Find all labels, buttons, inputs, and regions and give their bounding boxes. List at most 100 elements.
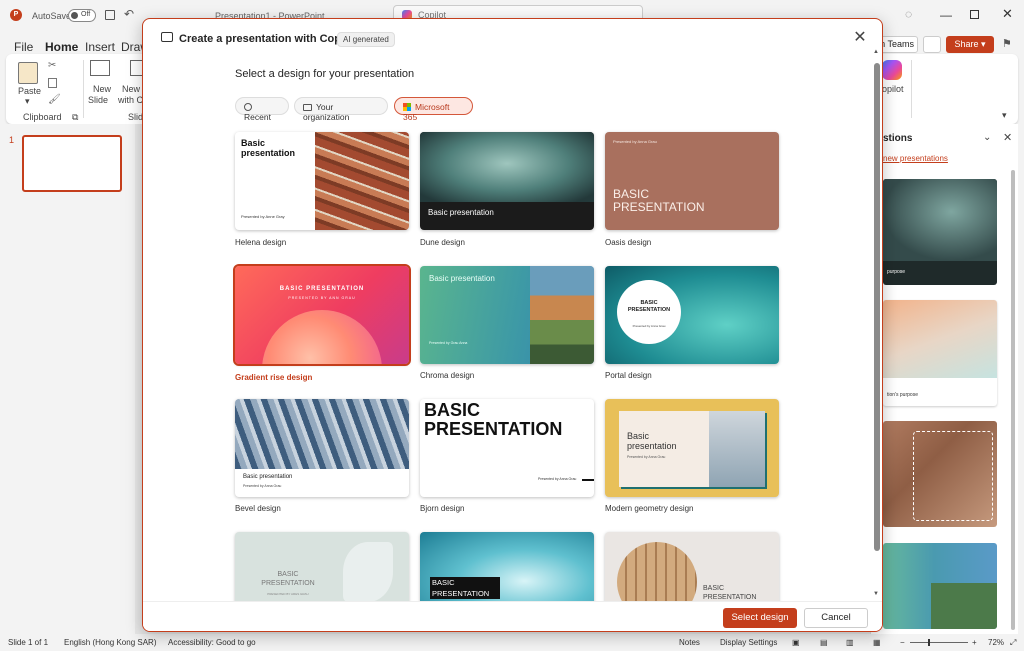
design-thumb-title: BASIC PRESENTATION — [627, 300, 671, 313]
divider — [911, 60, 912, 118]
autosave-toggle[interactable]: Off — [68, 9, 96, 22]
designer-thumbnail[interactable] — [883, 421, 997, 527]
filter-recent[interactable]: Recent — [235, 97, 289, 122]
autosave-label: AutoSave — [32, 11, 72, 21]
design-caption: Modern geometry design — [605, 504, 694, 513]
dialog-title: Create a presentation with Copilot — [179, 33, 358, 45]
design-card-bjorn[interactable]: BASIC PRESENTATION Presented by Anna Gra… — [420, 399, 594, 497]
language[interactable]: English (Hong Kong SAR) — [64, 638, 157, 647]
zoom-level[interactable]: 72% — [988, 638, 1004, 647]
copilot-ribbon-label[interactable]: opilot — [882, 84, 904, 94]
slide-sorter-icon[interactable]: ▤ — [820, 638, 828, 647]
design-caption-selected: Gradient rise design — [235, 373, 313, 382]
clipboard-launcher-icon[interactable]: ⧉ — [72, 112, 78, 123]
design-card-chroma[interactable]: Basic presentation Presented by Grau Ann… — [420, 266, 594, 364]
design-card-modern-geometry[interactable]: Basic presentation Presented by Anna Gra… — [605, 399, 779, 497]
design-card[interactable]: BASIC PRESENTATION — [605, 532, 779, 601]
paste-icon[interactable] — [18, 62, 38, 84]
design-card-helena[interactable]: Basic presentation Presented by Anne Gra… — [235, 132, 409, 230]
design-caption: Portal design — [605, 371, 652, 380]
comments-icon[interactable] — [923, 36, 941, 53]
share-button[interactable]: Share ▾ — [946, 36, 994, 53]
designer-pane: stions ⌄ ✕ new presentations purpose tio… — [870, 124, 1018, 634]
select-design-button[interactable]: Select design — [723, 608, 797, 628]
filter-microsoft-365[interactable]: Microsoft 365 — [394, 97, 473, 122]
side-scrollbar[interactable] — [1011, 170, 1015, 630]
slides-group-label: Slid — [128, 112, 144, 122]
microsoft-logo-icon — [403, 103, 411, 111]
clipboard-group-label: Clipboard — [23, 112, 62, 122]
filter-your-organization[interactable]: Your organization — [294, 97, 388, 122]
scrollbar-thumb[interactable] — [874, 63, 880, 551]
format-painter-icon[interactable]: 🖌 — [48, 94, 61, 105]
designs-gallery[interactable]: Basic presentation Presented by Anne Gra… — [143, 129, 882, 601]
divider — [83, 60, 84, 118]
reading-view-icon[interactable]: ▥ — [846, 638, 854, 647]
zoom-slider-thumb[interactable] — [928, 639, 930, 646]
aerial-water-image — [420, 132, 594, 202]
design-thumb-title: BASIC PRESENTATION — [430, 577, 500, 599]
notes-button[interactable]: Notes — [679, 638, 700, 647]
feedback-icon[interactable]: ⚑ — [1002, 37, 1012, 50]
slide-thumbnail[interactable] — [22, 135, 122, 192]
designer-thumbnail[interactable]: tion's purpose — [883, 300, 997, 406]
designer-pane-title: stions — [883, 133, 913, 144]
new-slide-copilot-label-2[interactable]: with C — [118, 95, 143, 105]
display-settings-button[interactable]: Display Settings — [720, 638, 777, 647]
slideshow-icon[interactable]: ▦ — [873, 638, 881, 647]
cut-icon[interactable]: ✂ — [48, 60, 56, 71]
design-card-gradient-rise[interactable]: BASIC PRESENTATION PRESENTED BY ANN GRAU — [233, 264, 411, 366]
design-thumb-title: BASIC PRESENTATION — [613, 187, 705, 214]
scroll-down-icon[interactable]: ▼ — [873, 591, 879, 597]
design-card-portal[interactable]: BASIC PRESENTATION Presented by Anna Gra… — [605, 266, 779, 364]
design-card-bevel[interactable]: Basic presentation Presented by Anna Gra… — [235, 399, 409, 497]
zoom-in-icon[interactable]: + — [972, 638, 977, 647]
fit-slide-icon[interactable]: ⤢ — [1010, 638, 1016, 648]
save-icon[interactable] — [105, 10, 115, 20]
paste-dropdown-icon[interactable]: ▾ — [25, 96, 30, 107]
designer-thumbnail[interactable]: purpose — [883, 179, 997, 285]
new-presentations-link[interactable]: new presentations — [883, 154, 948, 163]
close-window-icon[interactable]: ✕ — [1002, 6, 1013, 22]
design-thumb-subtitle: Presented by Anna Grau — [243, 484, 282, 488]
ribbon-collapse-icon[interactable]: ▾ — [1002, 110, 1007, 121]
powerpoint-logo-icon: P — [10, 9, 22, 21]
copilot-design-dialog: Create a presentation with Copilot AI ge… — [142, 18, 883, 632]
paste-label[interactable]: Paste — [18, 86, 41, 96]
designer-thumbnail[interactable] — [883, 543, 997, 629]
design-thumb-subtitle: Presented by Anna Grau — [613, 139, 657, 144]
tab-file[interactable]: File — [14, 40, 33, 54]
design-thumb-title: Basic presentation — [241, 138, 296, 158]
copilot-ribbon-icon[interactable] — [882, 60, 902, 80]
designer-thumb-text: purpose — [887, 269, 906, 275]
new-slide-icon[interactable] — [90, 60, 110, 76]
accessibility-status[interactable]: Accessibility: Good to go — [168, 638, 256, 647]
design-card-dune[interactable]: Basic presentation — [420, 132, 594, 230]
chevron-down-icon[interactable]: ⌄ — [983, 132, 991, 143]
normal-view-icon[interactable]: ▣ — [792, 638, 800, 647]
design-card[interactable]: BASIC PRESENTATION PRESENTED BY ARES GRA… — [235, 532, 409, 601]
new-slide-label-1[interactable]: New — [93, 84, 111, 94]
close-icon[interactable]: ✕ — [851, 29, 869, 47]
cancel-button[interactable]: Cancel — [804, 608, 868, 628]
design-thumb-subtitle: Presented by Anna Grau — [538, 477, 577, 481]
designer-thumb-text: tion's purpose — [887, 392, 918, 398]
lightbulb-icon[interactable]: ◌ — [905, 7, 912, 21]
close-pane-icon[interactable]: ✕ — [1003, 131, 1012, 144]
design-card-oasis[interactable]: Presented by Anna Grau BASIC PRESENTATIO… — [605, 132, 779, 230]
design-caption: Oasis design — [605, 238, 652, 247]
dialog-scrollbar[interactable]: ▲ ▼ — [873, 49, 880, 599]
tab-insert[interactable]: Insert — [85, 40, 115, 54]
design-thumb-title: Basic presentation — [627, 431, 677, 451]
scroll-up-icon[interactable]: ▲ — [873, 49, 879, 55]
maximize-icon[interactable] — [970, 10, 979, 19]
undo-icon[interactable]: ↶ — [124, 7, 134, 21]
design-card[interactable]: BASIC PRESENTATION — [420, 532, 594, 601]
copy-icon[interactable] — [48, 78, 57, 88]
minimize-icon[interactable]: — — [940, 8, 952, 22]
ai-generated-badge: AI generated — [337, 32, 395, 47]
zoom-slider[interactable] — [910, 639, 968, 646]
zoom-out-icon[interactable]: − — [900, 638, 905, 647]
new-slide-label-2[interactable]: Slide — [88, 95, 108, 105]
autosave-state: Off — [81, 11, 91, 18]
